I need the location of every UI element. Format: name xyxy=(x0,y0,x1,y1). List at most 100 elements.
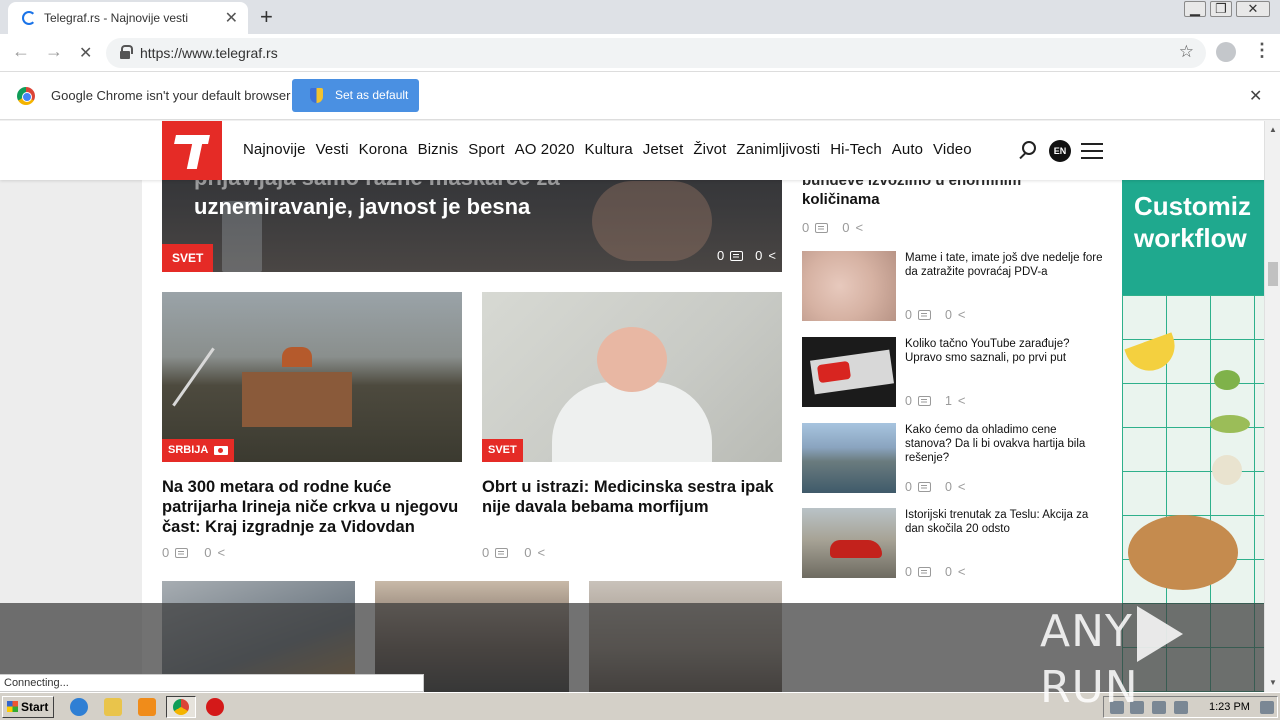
sidebar-article-title[interactable]: Kako ćemo da ohladimo cene stanova? Da l… xyxy=(905,423,1105,465)
sidebar-article-title[interactable]: Mame i tate, imate još dve nedelje fore … xyxy=(905,251,1105,279)
comment-icon[interactable] xyxy=(917,395,931,406)
sidebar-article[interactable]: Istorijski trenutak za Teslu: Akcija za … xyxy=(802,508,1112,588)
window-close-button[interactable]: ✕ xyxy=(1236,1,1270,17)
sidebar-article[interactable]: Koliko tačno YouTube zarađuje? Upravo sm… xyxy=(802,337,1112,417)
hero-title[interactable]: uznemiravanje, javnost je besna xyxy=(194,193,664,221)
share-count: 0 xyxy=(944,564,952,579)
sidebar-thumbnail[interactable] xyxy=(802,337,896,407)
internet-explorer-icon[interactable] xyxy=(70,698,88,716)
nav-item[interactable]: Hi-Tech xyxy=(830,141,882,158)
category-label: SVET xyxy=(488,444,517,456)
comment-icon[interactable] xyxy=(917,566,931,577)
article-title[interactable]: Na 300 metara od rodne kuće patrijarha I… xyxy=(162,477,462,537)
bookmark-star-icon[interactable]: ☆ xyxy=(1179,42,1194,62)
share-icon[interactable]: < xyxy=(537,545,545,560)
infobar-message: Google Chrome isn't your default browser xyxy=(51,88,291,103)
article-meta: 0 0 < xyxy=(482,545,545,560)
share-icon[interactable]: < xyxy=(958,479,966,494)
comment-icon[interactable] xyxy=(815,222,829,233)
article-image[interactable] xyxy=(482,292,782,462)
nav-item[interactable]: Najnovije xyxy=(243,141,306,158)
loading-status: Connecting... xyxy=(0,674,424,692)
article-title[interactable]: Obrt u istrazi: Medicinska sestra ipak n… xyxy=(482,477,782,517)
stop-loading-button[interactable]: ✕ xyxy=(79,43,92,63)
share-icon[interactable]: < xyxy=(958,393,966,408)
image-church-body xyxy=(242,372,352,427)
sidebar-article[interactable]: Mame i tate, imate još dve nedelje fore … xyxy=(802,251,1112,331)
sidebar-article-title[interactable]: Istorijski trenutak za Teslu: Akcija za … xyxy=(905,508,1105,536)
scroll-up-arrow-icon[interactable]: ▲ xyxy=(1269,125,1277,134)
uac-shield-icon xyxy=(310,88,323,103)
address-bar[interactable]: https://www.telegraf.rs ☆ xyxy=(106,38,1206,68)
nav-item[interactable]: Vesti xyxy=(316,141,349,158)
nav-item[interactable]: Život xyxy=(693,141,726,158)
nav-item[interactable]: Korona xyxy=(359,141,408,158)
chrome-menu-button[interactable]: ⋮ xyxy=(1253,40,1271,61)
url-text[interactable]: https://www.telegraf.rs xyxy=(140,45,278,61)
new-tab-button[interactable]: + xyxy=(260,4,273,30)
lock-icon[interactable] xyxy=(120,45,133,59)
restore-button[interactable]: ❐ xyxy=(1210,1,1232,17)
comment-icon[interactable] xyxy=(917,309,931,320)
share-icon[interactable]: < xyxy=(217,545,225,560)
comment-count: 0 xyxy=(905,307,912,322)
nav-item[interactable]: Zanimljivosti xyxy=(736,141,820,158)
article-image[interactable] xyxy=(162,292,462,462)
infobar-close-button[interactable]: ✕ xyxy=(1249,86,1262,106)
category-badge[interactable]: SRBIJA xyxy=(162,439,235,462)
sidebar-thumbnail[interactable] xyxy=(802,423,896,493)
start-button[interactable]: Start xyxy=(2,696,54,718)
ad-vegetable-image xyxy=(1210,415,1250,433)
nav-item[interactable]: Kultura xyxy=(585,141,633,158)
forward-button[interactable]: → xyxy=(45,41,63,62)
share-icon[interactable]: < xyxy=(958,564,966,579)
scrollbar-thumb[interactable] xyxy=(1268,262,1278,286)
language-switch-button[interactable]: EN xyxy=(1049,140,1071,162)
hero-meta: 0 0 < xyxy=(717,248,776,263)
sidebar-thumbnail[interactable] xyxy=(802,251,896,321)
telegraf-logo[interactable] xyxy=(162,121,222,180)
tab-close-button[interactable]: ✕ xyxy=(225,8,238,28)
share-icon[interactable]: < xyxy=(958,307,966,322)
search-icon[interactable] xyxy=(1022,141,1036,155)
tab-strip: Telegraf.rs - Najnovije vesti ✕ + ▁ ❐ ✕ xyxy=(0,0,1280,34)
thumbnail-red-car xyxy=(830,540,882,558)
browser-tab[interactable]: Telegraf.rs - Najnovije vesti ✕ xyxy=(8,2,248,34)
hamburger-menu-icon[interactable] xyxy=(1081,143,1103,159)
folder-icon[interactable] xyxy=(104,698,122,716)
share-icon[interactable]: < xyxy=(768,248,776,263)
tab-title: Telegraf.rs - Najnovije vesti xyxy=(44,11,189,25)
share-icon[interactable]: < xyxy=(855,220,863,235)
nav-item[interactable]: AO 2020 xyxy=(515,141,575,158)
chrome-taskbar-button[interactable] xyxy=(166,696,196,718)
sidebar-article[interactable]: Kako ćemo da ohladimo cene stanova? Da l… xyxy=(802,423,1112,503)
media-player-icon[interactable] xyxy=(138,698,156,716)
nav-item[interactable]: Auto xyxy=(892,141,923,158)
hero-share-count: 0 xyxy=(755,248,763,263)
profile-avatar-icon[interactable] xyxy=(1216,42,1236,62)
nav-item[interactable]: Sport xyxy=(468,141,504,158)
category-label: SRBIJA xyxy=(168,444,209,456)
hero-category-badge[interactable]: SVET xyxy=(162,244,214,272)
category-badge[interactable]: SVET xyxy=(482,439,523,462)
minimize-button[interactable]: ▁ xyxy=(1184,1,1206,17)
comment-icon[interactable] xyxy=(495,547,509,558)
comment-icon[interactable] xyxy=(917,481,931,492)
comment-icon[interactable] xyxy=(175,547,189,558)
share-count: 0 xyxy=(944,479,952,494)
set-as-default-button[interactable]: Set as default xyxy=(292,79,419,112)
nav-item[interactable]: Video xyxy=(933,141,972,158)
sidebar-top-meta: 0 0 < xyxy=(802,220,863,235)
sidebar-thumbnail[interactable] xyxy=(802,508,896,578)
nav-item[interactable]: Jetset xyxy=(643,141,684,158)
sidebar-top-title[interactable]: količinama xyxy=(802,190,1102,210)
sidebar-article-title[interactable]: Koliko tačno YouTube zarađuje? Upravo sm… xyxy=(905,337,1105,365)
stop-sign-icon[interactable] xyxy=(206,698,224,716)
comment-icon[interactable] xyxy=(730,250,744,261)
nav-item[interactable]: Biznis xyxy=(418,141,459,158)
article-card[interactable]: SRBIJA Na 300 metara od rodne kuće patri… xyxy=(162,292,462,560)
article-card[interactable]: SVET Obrt u istrazi: Medicinska sestra i… xyxy=(482,292,782,560)
sidebar-article-meta: 0 0 < xyxy=(905,479,966,494)
share-count: 0 xyxy=(944,307,952,322)
back-button[interactable]: ← xyxy=(12,41,30,62)
